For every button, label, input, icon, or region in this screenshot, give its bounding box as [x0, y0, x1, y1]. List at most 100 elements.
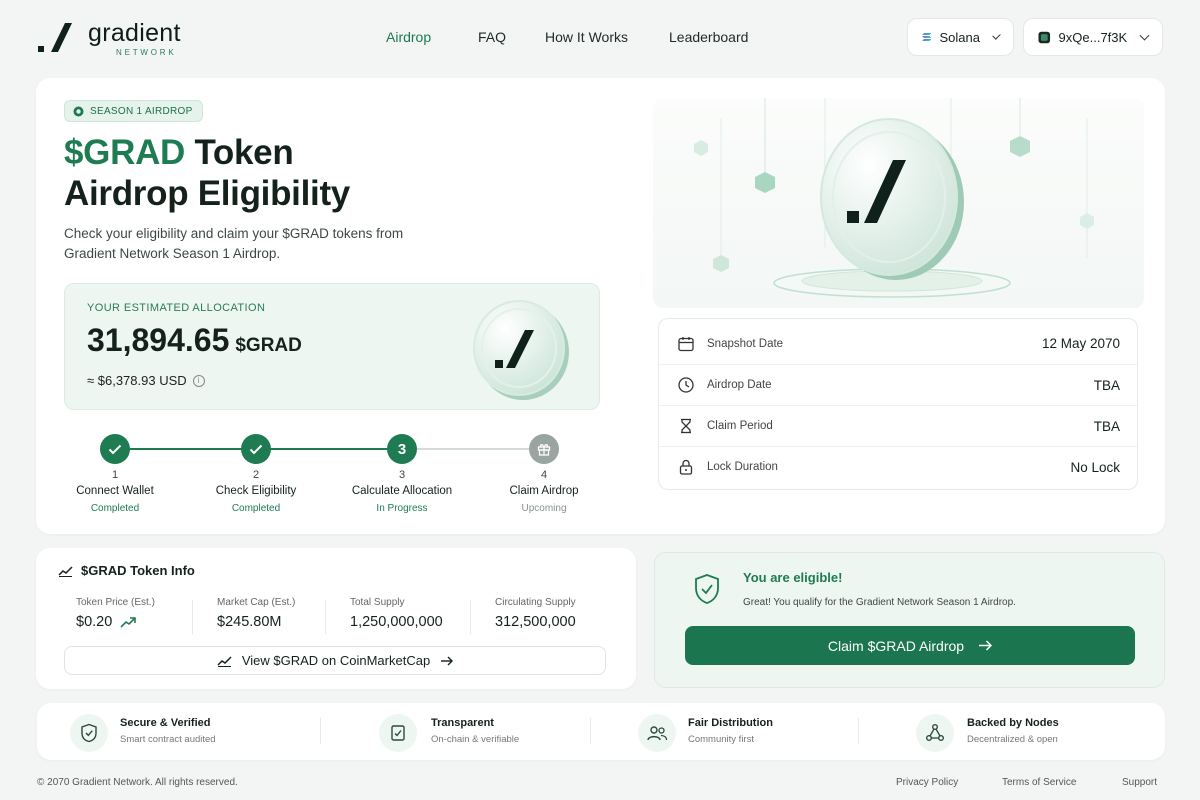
allocation-label: YOUR ESTIMATED ALLOCATION	[87, 302, 266, 314]
lock-duration-value: No Lock	[1070, 459, 1120, 475]
allocation-box: YOUR ESTIMATED ALLOCATION 31,894.65 $GRAD…	[64, 283, 600, 410]
allocation-usd: ≈ $6,378.93 USD	[87, 373, 187, 388]
divider	[470, 600, 471, 634]
divider	[590, 718, 591, 744]
arrow-right-icon	[441, 656, 454, 665]
market-cap: Market Cap (Est.) $245.80M	[217, 597, 295, 630]
lock-icon	[679, 459, 693, 475]
date-row-lock: Lock Duration No Lock	[659, 446, 1137, 487]
cmc-button-label: View $GRAD on CoinMarketCap	[241, 653, 431, 668]
gradient-logo-icon	[38, 23, 72, 52]
step-1: 1 Connect Wallet Completed	[45, 468, 185, 518]
feature-fair-title: Fair Distribution	[688, 717, 773, 729]
step-4-status: Upcoming	[521, 503, 567, 514]
trend-up-icon	[58, 565, 73, 577]
airdrop-date-label: Airdrop Date	[707, 379, 772, 391]
eligible-title: You are eligible!	[743, 570, 843, 585]
airdrop-date-value: TBA	[1093, 377, 1120, 393]
hero-illustration	[653, 98, 1144, 308]
allocation-amount-row: 31,894.65 $GRAD	[87, 322, 302, 359]
claim-button-label: Claim $GRAD Airdrop	[827, 637, 965, 654]
document-check-icon	[379, 714, 417, 752]
total-supply: Total Supply 1,250,000,000	[350, 597, 443, 630]
wallet-icon	[1038, 31, 1051, 43]
divider	[320, 718, 321, 744]
brand-name: gradient	[88, 19, 181, 47]
token-info-title: $GRAD Token Info	[81, 563, 195, 578]
brand-logo[interactable]: gradient NETWORK	[38, 20, 181, 57]
step-1-status: Completed	[90, 503, 140, 514]
step-4-num: 4	[540, 469, 548, 481]
step-2-title: Check Eligibility	[215, 485, 297, 497]
footer-terms-link[interactable]: Terms of Service	[1002, 777, 1076, 788]
allocation-usd-row: ≈ $6,378.93 USD i	[87, 373, 205, 388]
token-price-value-row: $0.20	[76, 614, 155, 630]
season-badge: SEASON 1 AIRDROP	[64, 100, 203, 122]
calendar-icon	[678, 336, 694, 351]
token-info-header: $GRAD Token Info	[58, 563, 195, 578]
market-cap-value: $245.80M	[217, 614, 282, 630]
divider	[858, 718, 859, 744]
divider	[325, 600, 326, 634]
nav-leaderboard[interactable]: Leaderboard	[669, 29, 748, 45]
season-badge-label: SEASON 1 AIRDROP	[90, 105, 193, 117]
token-price: Token Price (Est.) $0.20	[76, 597, 155, 630]
feature-secure-title: Secure & Verified	[120, 717, 211, 729]
features-strip	[37, 703, 1165, 760]
eligibility-card	[654, 552, 1165, 688]
page-title: $GRAD Token Airdrop Eligibility	[64, 132, 350, 214]
wallet-selector[interactable]: 9xQe...7f3K	[1023, 18, 1163, 56]
step-2-num: 2	[252, 469, 260, 481]
token-price-label: Token Price (Est.)	[76, 597, 155, 608]
feature-nodes-title: Backed by Nodes	[967, 717, 1059, 729]
step-2-check-icon	[241, 434, 271, 464]
allocation-unit: $GRAD	[235, 335, 302, 356]
arrow-right-icon	[979, 640, 993, 651]
total-supply-value: 1,250,000,000	[350, 614, 443, 630]
step-2-status: Completed	[231, 503, 281, 514]
nav-how-it-works[interactable]: How It Works	[545, 29, 669, 45]
step-3: 3 Calculate Allocation In Progress	[332, 468, 472, 518]
divider	[192, 600, 193, 634]
title-token: $GRAD	[64, 133, 186, 172]
step-3-title: Calculate Allocation	[351, 485, 453, 497]
users-icon	[638, 714, 676, 752]
clock-icon	[678, 377, 694, 393]
token-price-value: $0.20	[76, 614, 113, 630]
shield-check-icon	[695, 574, 719, 604]
footer-privacy-link[interactable]: Privacy Policy	[896, 777, 958, 788]
nav-faq[interactable]: FAQ	[478, 29, 545, 45]
nav-airdrop[interactable]: Airdrop	[386, 29, 478, 45]
view-on-coinmarketcap-button[interactable]: View $GRAD on CoinMarketCap	[64, 646, 606, 675]
claim-period-value: TBA	[1093, 418, 1120, 434]
chevron-down-icon	[1139, 30, 1150, 40]
step-3-indicator: 3	[387, 434, 417, 464]
shield-check-icon	[70, 714, 108, 752]
season-icon	[73, 106, 84, 116]
top-nav: Airdrop FAQ How It Works Leaderboard	[386, 29, 748, 45]
nodes-icon	[916, 714, 954, 752]
step-3-status: In Progress	[376, 503, 428, 514]
step-1-title: Connect Wallet	[76, 485, 154, 497]
network-selector[interactable]: Solana	[907, 18, 1014, 56]
circulating-supply: Circulating Supply 312,500,000	[495, 597, 576, 630]
feature-transparent-subtitle: On-chain & verifiable	[431, 734, 520, 745]
total-supply-label: Total Supply	[350, 597, 405, 608]
allocation-amount: 31,894.65	[87, 322, 230, 358]
claim-airdrop-button[interactable]: Claim $GRAD Airdrop	[685, 626, 1135, 665]
info-icon[interactable]: i	[192, 374, 205, 387]
hero-description: Check your eligibility and claim your $G…	[64, 226, 404, 261]
wallet-address: 9xQe...7f3K	[1058, 29, 1128, 45]
title-line2: Airdrop Eligibility	[64, 174, 350, 213]
chevron-down-icon	[992, 30, 1001, 40]
hourglass-icon	[681, 418, 691, 434]
step-4: 4 Claim Airdrop Upcoming	[474, 468, 614, 518]
step-4-gift-icon	[529, 434, 559, 464]
step-2: 2 Check Eligibility Completed	[186, 468, 326, 518]
date-row-claim: Claim Period TBA	[659, 405, 1137, 446]
chart-line-icon	[217, 655, 232, 667]
footer-support-link[interactable]: Support	[1122, 777, 1157, 788]
snapshot-date-value: 12 May 2070	[1041, 336, 1120, 351]
circulating-supply-label: Circulating Supply	[495, 597, 576, 608]
step-3-num: 3	[398, 469, 406, 481]
